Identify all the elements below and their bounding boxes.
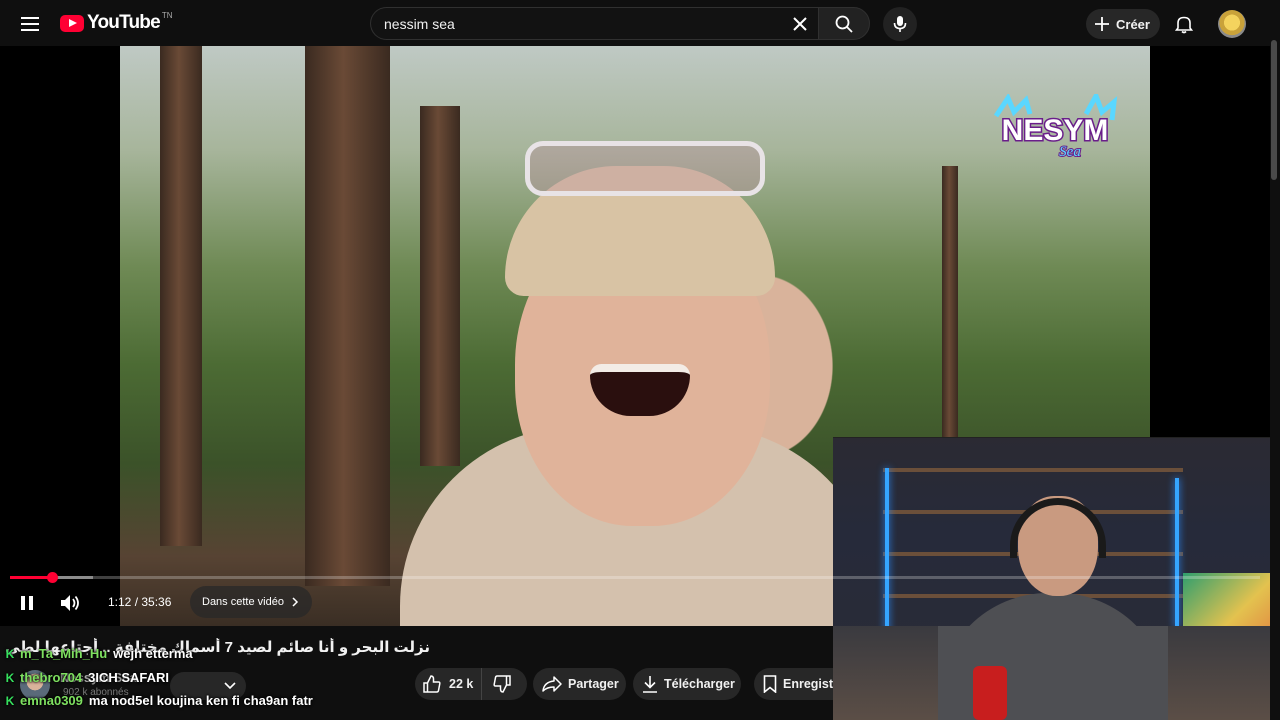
download-icon — [643, 676, 657, 693]
chevron-right-icon — [292, 597, 298, 607]
pause-button[interactable] — [12, 588, 42, 618]
mute-button[interactable] — [54, 588, 86, 618]
search-icon — [835, 15, 853, 33]
hamburger-icon — [21, 17, 39, 31]
red-cup — [973, 666, 1007, 720]
channel-watermark-logo: NESYM Sea — [993, 94, 1118, 160]
chat-message: K m_Ta_Mih_Hu wejh etterma — [0, 645, 193, 662]
thumbs-down-icon — [493, 675, 512, 693]
like-button[interactable]: 22 k — [415, 668, 483, 700]
time-display: 1:12 / 35:36 — [108, 595, 172, 609]
bookmark-icon — [763, 675, 777, 693]
masthead: YouTube TN Créer — [0, 0, 1280, 46]
account-avatar[interactable] — [1218, 10, 1246, 38]
kick-icon: K — [5, 670, 15, 685]
chat-username: thebro704 — [20, 670, 83, 685]
youtube-logo[interactable]: YouTube TN — [60, 10, 173, 34]
progress-bar[interactable] — [10, 572, 1260, 583]
streamer-webcam-lower — [833, 626, 1270, 720]
clear-search-button[interactable] — [786, 10, 814, 38]
menu-button[interactable] — [14, 8, 46, 40]
like-dislike-group: 22 k — [415, 668, 527, 700]
like-count: 22 k — [449, 677, 474, 691]
search-input[interactable] — [384, 8, 784, 39]
watermark-text: NESYM — [1002, 114, 1109, 147]
watermark-subtext: Sea — [1059, 144, 1081, 160]
scrollbar-thumb[interactable] — [1271, 40, 1277, 180]
chevron-down-icon — [224, 682, 236, 690]
chat-text: wejh etterma — [113, 646, 193, 661]
voice-search-button[interactable] — [883, 7, 917, 41]
chapters-label: Dans cette vidéo — [202, 596, 284, 608]
youtube-play-icon — [60, 14, 84, 32]
chat-message: K thebro704 3ICH SAFARI — [0, 669, 169, 686]
pause-icon — [21, 596, 33, 610]
share-button[interactable]: Partager — [533, 668, 626, 700]
chat-message: K emna0309 ma nod5el koujina ken fi cha9… — [0, 692, 313, 709]
microphone-icon — [893, 16, 907, 32]
chat-text: 3ICH SAFARI — [88, 670, 170, 685]
thumbs-up-icon — [423, 675, 441, 693]
download-button[interactable]: Télécharger — [633, 668, 741, 700]
kick-icon: K — [5, 693, 15, 708]
plus-icon — [1095, 17, 1109, 31]
tree-trunk — [160, 46, 202, 546]
share-icon — [542, 676, 562, 692]
search-button[interactable] — [818, 7, 870, 40]
close-icon — [793, 17, 807, 31]
volume-icon — [61, 595, 79, 611]
led-strip — [885, 468, 889, 638]
led-strip — [1175, 478, 1179, 628]
chat-username: emna0309 — [20, 693, 83, 708]
tree-trunk — [305, 46, 390, 586]
region-code: TN — [161, 10, 173, 20]
chapters-button[interactable]: Dans cette vidéo — [190, 586, 312, 618]
chat-username: m_Ta_Mih_Hu — [20, 646, 108, 661]
create-button[interactable]: Créer — [1086, 9, 1160, 39]
shelf — [883, 468, 1183, 472]
tree-trunk — [420, 106, 460, 466]
person-sunglasses — [525, 141, 765, 196]
tree-trunk — [942, 166, 958, 466]
search-box — [370, 7, 818, 40]
bell-icon — [1175, 16, 1193, 34]
kick-icon: K — [5, 646, 15, 661]
video-player[interactable]: NESYM Sea 1:12 / 35:36 Dans cette vidéo — [0, 46, 1270, 672]
share-label: Partager — [568, 677, 619, 691]
dislike-button[interactable] — [482, 668, 522, 700]
notifications-button[interactable] — [1168, 8, 1200, 40]
create-label: Créer — [1116, 16, 1150, 32]
download-label: Télécharger — [664, 677, 735, 691]
progress-scrubber[interactable] — [47, 572, 58, 583]
logo-text: YouTube — [87, 12, 161, 33]
headphones — [1010, 498, 1106, 558]
chat-text: ma nod5el koujina ken fi cha9an fatr — [88, 693, 313, 708]
